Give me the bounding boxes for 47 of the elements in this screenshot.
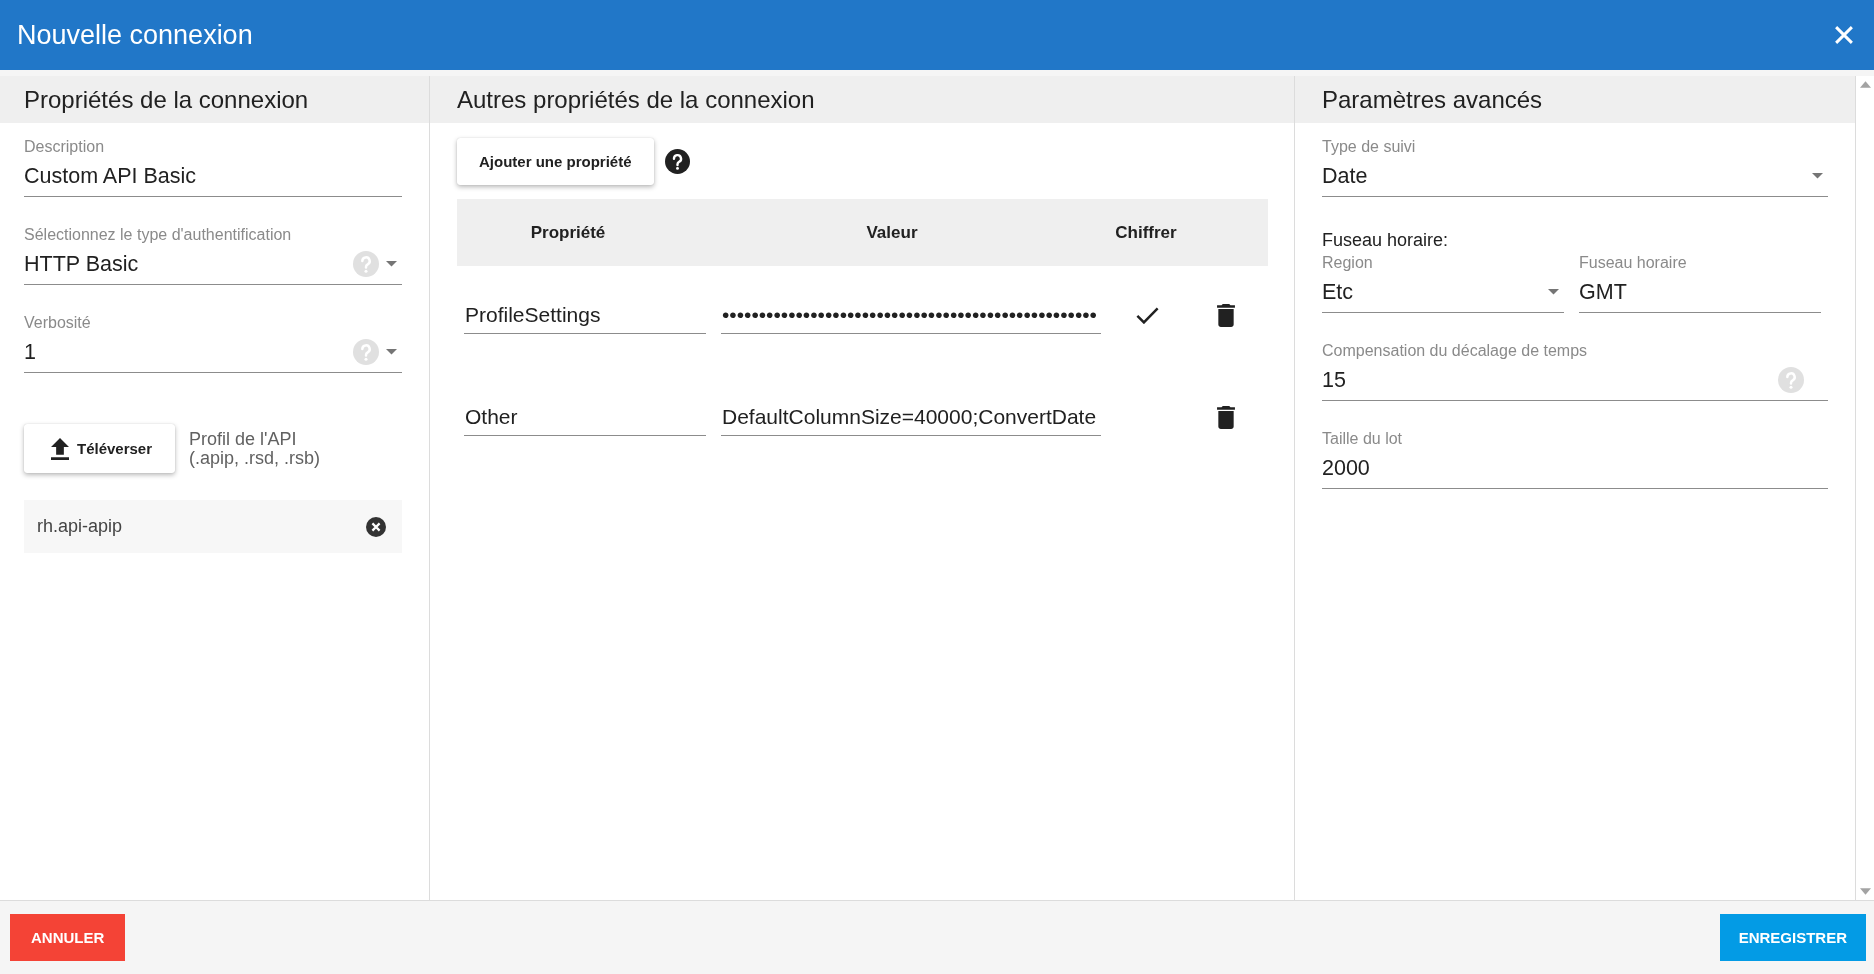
input-field[interactable]: 15 <box>1322 364 1828 401</box>
field-label: Compensation du décalage de temps <box>1322 342 1589 360</box>
select-field[interactable]: Etc <box>1322 276 1564 313</box>
column-header: Chiffrer <box>1115 222 1177 243</box>
column-header: Propriété <box>530 222 606 243</box>
column-header: Valeur <box>866 222 918 243</box>
field-label: Fuseau horaire <box>1579 254 1688 272</box>
input-field[interactable]: 2000 <box>1322 452 1828 489</box>
upload-icon <box>50 437 69 460</box>
add-property-button[interactable]: Ajouter une propriété <box>457 138 654 185</box>
file-name: rh.api-apip <box>37 516 123 537</box>
field-label: Sélectionnez le type d'authentification <box>24 226 293 244</box>
property-name-input[interactable]: ProfileSettings <box>464 297 706 334</box>
panel-title: Autres propriétés de la connexion <box>457 85 815 114</box>
caret-icon[interactable] <box>1812 173 1823 179</box>
upload-button[interactable]: Téléverser <box>24 424 175 473</box>
property-value-input[interactable]: DefaultColumnSize=40000;ConvertDate <box>721 399 1101 436</box>
help-icon[interactable] <box>664 149 690 174</box>
trash-icon[interactable] <box>1217 303 1235 327</box>
window-title: Nouvelle connexion <box>17 19 254 51</box>
caret-icon[interactable] <box>1548 289 1559 295</box>
field-label: Verbosité <box>24 314 92 332</box>
caret-icon[interactable] <box>386 261 397 267</box>
caret-icon[interactable] <box>386 349 397 355</box>
field-label: Type de suivi <box>1322 138 1417 156</box>
input-field[interactable]: GMT <box>1579 276 1821 313</box>
panel-title: Propriétés de la connexion <box>24 85 309 114</box>
field-label: Taille du lot <box>1322 430 1404 448</box>
group-title: Fuseau horaire: <box>1322 229 1450 251</box>
field-label: Description <box>24 138 106 156</box>
scrollbar[interactable] <box>1855 76 1874 900</box>
select-field[interactable]: 1 <box>24 336 402 373</box>
scroll-down-icon[interactable] <box>1859 888 1871 895</box>
close-icon[interactable] <box>1835 26 1853 44</box>
trash-icon[interactable] <box>1217 405 1235 429</box>
clear-icon[interactable] <box>366 516 386 537</box>
select-field[interactable]: Date <box>1322 160 1828 197</box>
scroll-up-icon[interactable] <box>1859 81 1871 88</box>
check-icon[interactable] <box>1135 306 1159 324</box>
upload-caption: Profil de l'API (.apip, .rsd, .rsb) <box>189 429 321 468</box>
panel-title: Paramètres avancés <box>1322 85 1543 114</box>
cancel-button[interactable]: ANNULER <box>10 914 126 961</box>
field-label: Region <box>1322 254 1374 272</box>
select-field[interactable]: HTTP Basic <box>24 248 402 285</box>
input-field[interactable]: Custom API Basic <box>24 160 402 197</box>
property-name-input[interactable]: Other <box>464 399 706 436</box>
property-value-input[interactable]: ••••••••••••••••••••••••••••••••••••••••••••••••••• <box>721 297 1101 334</box>
